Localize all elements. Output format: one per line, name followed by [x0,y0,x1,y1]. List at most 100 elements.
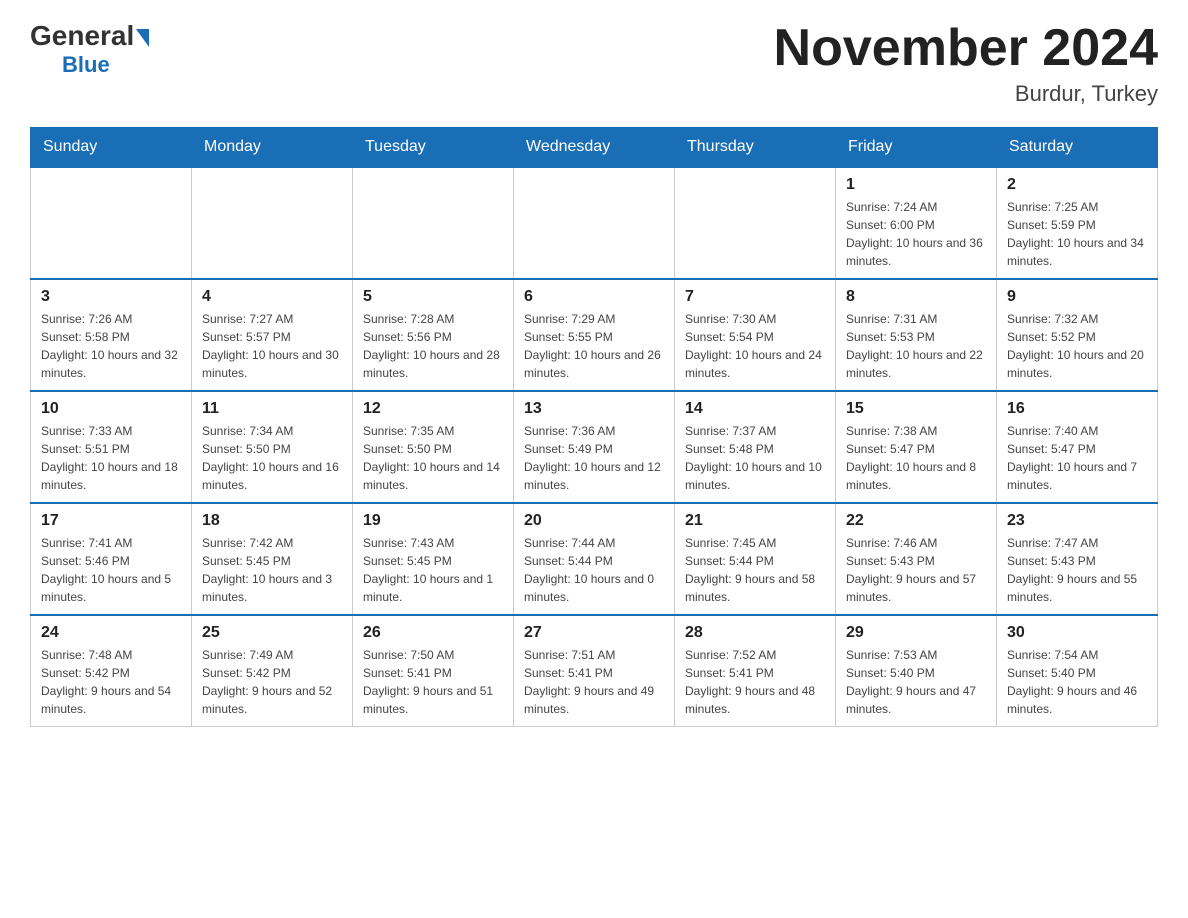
calendar-cell: 25Sunrise: 7:49 AMSunset: 5:42 PMDayligh… [192,615,353,727]
day-number: 17 [41,512,181,530]
day-info: Sunrise: 7:46 AMSunset: 5:43 PMDaylight:… [846,534,986,606]
header-saturday: Saturday [997,128,1158,168]
day-info: Sunrise: 7:29 AMSunset: 5:55 PMDaylight:… [524,310,664,382]
month-title: November 2024 [774,20,1158,77]
title-section: November 2024 Burdur, Turkey [774,20,1158,107]
day-number: 30 [1007,624,1147,642]
day-info: Sunrise: 7:24 AMSunset: 6:00 PMDaylight:… [846,198,986,270]
day-info: Sunrise: 7:51 AMSunset: 5:41 PMDaylight:… [524,646,664,718]
calendar-cell: 21Sunrise: 7:45 AMSunset: 5:44 PMDayligh… [675,503,836,615]
day-number: 9 [1007,288,1147,306]
day-info: Sunrise: 7:52 AMSunset: 5:41 PMDaylight:… [685,646,825,718]
calendar-cell: 15 Sunrise: 7:38 AMSunset: 5:47 PMDayligh… [836,391,997,503]
day-info: Sunrise: 7:37 AMSunset: 5:48 PMDaylight:… [685,422,825,494]
calendar-cell: 14 Sunrise: 7:37 AMSunset: 5:48 PMDayligh… [675,391,836,503]
logo-general-text: General [30,20,134,52]
calendar-cell: 7 Sunrise: 7:30 AMSunset: 5:54 PMDaylight… [675,279,836,391]
day-number: 5 [363,288,503,306]
calendar-cell: 26 Sunrise: 7:50 AMSunset: 5:41 PMDayligh… [353,615,514,727]
calendar-cell: 24Sunrise: 7:48 AMSunset: 5:42 PMDayligh… [31,615,192,727]
day-number: 28 [685,624,825,642]
calendar-cell: 18Sunrise: 7:42 AMSunset: 5:45 PMDayligh… [192,503,353,615]
day-info: Sunrise: 7:44 AMSunset: 5:44 PMDaylight:… [524,534,664,606]
day-number: 1 [846,176,986,194]
logo-top: General [30,20,149,52]
calendar-cell: 1 Sunrise: 7:24 AMSunset: 6:00 PMDaylight… [836,167,997,279]
header-thursday: Thursday [675,128,836,168]
day-number: 26 [363,624,503,642]
page-header: General Blue November 2024 Burdur, Turke… [30,20,1158,107]
calendar-cell: 20 Sunrise: 7:44 AMSunset: 5:44 PMDayligh… [514,503,675,615]
calendar-table: SundayMondayTuesdayWednesdayThursdayFrid… [30,127,1158,727]
day-info: Sunrise: 7:43 AMSunset: 5:45 PMDaylight:… [363,534,503,606]
calendar-cell: 28 Sunrise: 7:52 AMSunset: 5:41 PMDayligh… [675,615,836,727]
header-tuesday: Tuesday [353,128,514,168]
day-info: Sunrise: 7:50 AMSunset: 5:41 PMDaylight:… [363,646,503,718]
day-info: Sunrise: 7:36 AMSunset: 5:49 PMDaylight:… [524,422,664,494]
day-number: 15 [846,400,986,418]
day-info: Sunrise: 7:33 AMSunset: 5:51 PMDaylight:… [41,422,181,494]
header-friday: Friday [836,128,997,168]
calendar-cell: 19 Sunrise: 7:43 AMSunset: 5:45 PMDayligh… [353,503,514,615]
day-number: 14 [685,400,825,418]
calendar-cell: 16Sunrise: 7:40 AMSunset: 5:47 PMDayligh… [997,391,1158,503]
calendar-cell: 30 Sunrise: 7:54 AMSunset: 5:40 PMDayligh… [997,615,1158,727]
day-info: Sunrise: 7:48 AMSunset: 5:42 PMDaylight:… [41,646,181,718]
location-label: Burdur, Turkey [774,81,1158,107]
week-row-2: 3 Sunrise: 7:26 AMSunset: 5:58 PMDaylight… [31,279,1158,391]
calendar-cell: 8 Sunrise: 7:31 AMSunset: 5:53 PMDaylight… [836,279,997,391]
week-row-5: 24Sunrise: 7:48 AMSunset: 5:42 PMDayligh… [31,615,1158,727]
day-info: Sunrise: 7:32 AMSunset: 5:52 PMDaylight:… [1007,310,1147,382]
calendar-cell: 12Sunrise: 7:35 AMSunset: 5:50 PMDayligh… [353,391,514,503]
day-info: Sunrise: 7:54 AMSunset: 5:40 PMDaylight:… [1007,646,1147,718]
day-info: Sunrise: 7:31 AMSunset: 5:53 PMDaylight:… [846,310,986,382]
day-info: Sunrise: 7:38 AMSunset: 5:47 PMDaylight:… [846,422,986,494]
calendar-cell: 23Sunrise: 7:47 AMSunset: 5:43 PMDayligh… [997,503,1158,615]
calendar-cell: 9 Sunrise: 7:32 AMSunset: 5:52 PMDaylight… [997,279,1158,391]
day-info: Sunrise: 7:30 AMSunset: 5:54 PMDaylight:… [685,310,825,382]
calendar-cell [353,167,514,279]
week-row-4: 17 Sunrise: 7:41 AMSunset: 5:46 PMDayligh… [31,503,1158,615]
calendar-cell: 13 Sunrise: 7:36 AMSunset: 5:49 PMDayligh… [514,391,675,503]
day-info: Sunrise: 7:41 AMSunset: 5:46 PMDaylight:… [41,534,181,606]
day-number: 11 [202,400,342,418]
header-sunday: Sunday [31,128,192,168]
day-number: 22 [846,512,986,530]
header-row: SundayMondayTuesdayWednesdayThursdayFrid… [31,128,1158,168]
logo-triangle-icon [136,29,149,47]
day-number: 7 [685,288,825,306]
calendar-cell [675,167,836,279]
calendar-cell: 6Sunrise: 7:29 AMSunset: 5:55 PMDaylight… [514,279,675,391]
day-number: 29 [846,624,986,642]
day-number: 18 [202,512,342,530]
calendar-cell [192,167,353,279]
day-number: 4 [202,288,342,306]
calendar-cell: 10Sunrise: 7:33 AMSunset: 5:51 PMDayligh… [31,391,192,503]
calendar-cell: 29 Sunrise: 7:53 AMSunset: 5:40 PMDayligh… [836,615,997,727]
day-info: Sunrise: 7:53 AMSunset: 5:40 PMDaylight:… [846,646,986,718]
day-number: 13 [524,400,664,418]
day-number: 2 [1007,176,1147,194]
day-number: 20 [524,512,664,530]
day-number: 8 [846,288,986,306]
day-info: Sunrise: 7:40 AMSunset: 5:47 PMDaylight:… [1007,422,1147,494]
day-info: Sunrise: 7:49 AMSunset: 5:42 PMDaylight:… [202,646,342,718]
day-number: 21 [685,512,825,530]
day-info: Sunrise: 7:27 AMSunset: 5:57 PMDaylight:… [202,310,342,382]
day-info: Sunrise: 7:34 AMSunset: 5:50 PMDaylight:… [202,422,342,494]
calendar-cell: 22 Sunrise: 7:46 AMSunset: 5:43 PMDayligh… [836,503,997,615]
day-number: 12 [363,400,503,418]
calendar-cell: 4 Sunrise: 7:27 AMSunset: 5:57 PMDaylight… [192,279,353,391]
header-wednesday: Wednesday [514,128,675,168]
day-number: 19 [363,512,503,530]
day-number: 3 [41,288,181,306]
calendar-cell: 5 Sunrise: 7:28 AMSunset: 5:56 PMDaylight… [353,279,514,391]
day-info: Sunrise: 7:25 AMSunset: 5:59 PMDaylight:… [1007,198,1147,270]
week-row-3: 10Sunrise: 7:33 AMSunset: 5:51 PMDayligh… [31,391,1158,503]
header-monday: Monday [192,128,353,168]
calendar-cell [514,167,675,279]
calendar-cell: 11 Sunrise: 7:34 AMSunset: 5:50 PMDayligh… [192,391,353,503]
day-info: Sunrise: 7:28 AMSunset: 5:56 PMDaylight:… [363,310,503,382]
day-info: Sunrise: 7:26 AMSunset: 5:58 PMDaylight:… [41,310,181,382]
day-number: 23 [1007,512,1147,530]
